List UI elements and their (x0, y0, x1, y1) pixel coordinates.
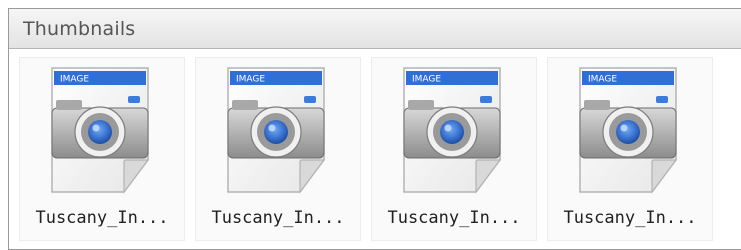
image-file-icon: IMAGE (403, 67, 502, 194)
panel-title: Thumbnails (23, 17, 136, 40)
image-file-icon: IMAGE (51, 67, 150, 194)
thumbnail-item[interactable]: IMAGE Tuscany_In... (371, 57, 537, 241)
image-file-icon: IMAGE (227, 67, 326, 194)
thumbnail-label: Tuscany_In... (211, 208, 345, 228)
thumbnails-panel: Thumbnails IMAGE Tuscany_In... IMAGE Tus… (8, 8, 741, 250)
panel-header: Thumbnails (9, 9, 741, 49)
thumbnail-item[interactable]: IMAGE Tuscany_In... (19, 57, 185, 241)
thumbnail-item[interactable]: IMAGE Tuscany_In... (547, 57, 713, 241)
svg-text:IMAGE: IMAGE (236, 75, 265, 85)
thumbnail-list: IMAGE Tuscany_In... IMAGE Tuscany_In... … (19, 57, 713, 241)
image-file-icon: IMAGE (579, 67, 678, 194)
svg-text:IMAGE: IMAGE (588, 75, 617, 85)
thumbnail-label: Tuscany_In... (563, 208, 697, 228)
thumbnail-item[interactable]: IMAGE Tuscany_In... (195, 57, 361, 241)
thumbnail-label: Tuscany_In... (35, 208, 169, 228)
svg-text:IMAGE: IMAGE (60, 75, 89, 85)
svg-text:IMAGE: IMAGE (412, 75, 441, 85)
thumbnail-label: Tuscany_In... (387, 208, 521, 228)
